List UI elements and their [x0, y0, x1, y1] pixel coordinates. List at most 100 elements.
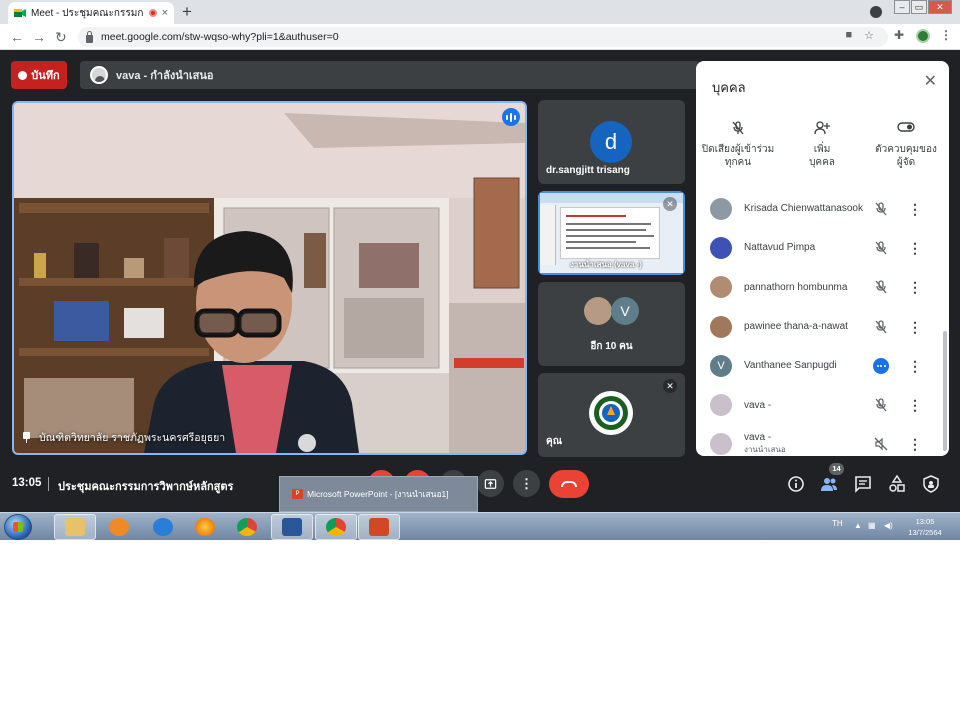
mic-off-icon: [875, 241, 887, 255]
forward-button[interactable]: →: [32, 28, 46, 46]
participant-avatar: [710, 236, 732, 259]
participant-row[interactable]: vava - งานนำเสนอ ⋮: [696, 425, 949, 456]
close-panel-button[interactable]: ✕: [924, 73, 937, 91]
participant-row[interactable]: vava - ⋮: [696, 385, 949, 424]
people-panel-title: บุคคล: [712, 80, 746, 95]
people-icon[interactable]: [820, 475, 838, 493]
self-tile-name: คุณ: [546, 436, 562, 447]
record-icon: [18, 70, 28, 80]
phone-hangup-icon: [561, 481, 577, 487]
taskbar-media-player[interactable]: [98, 514, 140, 540]
more-options-icon[interactable]: ⋮: [908, 437, 922, 451]
recording-indicator-icon: [148, 9, 157, 17]
bookmark-star-icon[interactable]: ☆: [864, 29, 874, 42]
more-options-icon[interactable]: ⋮: [908, 202, 922, 216]
participant-name: vava - งานนำเสนอ: [744, 432, 786, 456]
start-button[interactable]: [4, 514, 32, 540]
speaker-video-frame: [14, 103, 525, 453]
meeting-details-icon[interactable]: [787, 475, 805, 493]
tab-title: Meet - ประชุมคณะกรรมการวิพาก: [31, 7, 144, 19]
participant-row[interactable]: pannathorn hombunma ⋮: [696, 268, 949, 307]
window-maximize-button[interactable]: ▭: [911, 0, 927, 14]
participant-avatar: [710, 394, 732, 417]
participant-name: Nattavud Pimpa: [744, 242, 816, 254]
participant-row[interactable]: Nattavud Pimpa ⋮: [696, 228, 949, 267]
powerpoint-taskbar-preview[interactable]: P Microsoft PowerPoint - [งานนำเสนอ1]: [279, 476, 478, 512]
browser-tab-meet[interactable]: Meet - ประชุมคณะกรรมการวิพาก ×: [8, 2, 174, 24]
mic-off-icon: ✕: [663, 379, 677, 393]
presentation-tile[interactable]: ✕ งานนำเสนอ (vava -): [538, 191, 685, 275]
taskbar-chrome[interactable]: [226, 514, 268, 540]
main-speaker-video[interactable]: บัณฑิตวิทยาลัย ราชภัฏพระนครศรีอยุธยา: [12, 101, 527, 455]
reload-button[interactable]: ↻: [55, 28, 67, 46]
people-panel: บุคคล ✕ ปิดเสียงผู้เข้าร่วม ทุกคน เพิ่ม …: [696, 61, 949, 456]
taskbar-explorer[interactable]: [54, 514, 96, 540]
leave-call-button[interactable]: [549, 470, 589, 498]
taskbar-internet-explorer[interactable]: [142, 514, 184, 540]
main-speaker-name: บัณฑิตวิทยาลัย ราชภัฏพระนครศรีอยุธยา: [39, 432, 226, 444]
window-minimize-button[interactable]: –: [894, 0, 910, 14]
more-options-icon[interactable]: ⋮: [908, 398, 922, 412]
meeting-title: ประชุมคณะกรรมการวิพากษ์หลักสูตร: [58, 481, 234, 493]
present-now-button[interactable]: [477, 470, 504, 497]
taskbar-powerpoint[interactable]: [358, 514, 400, 540]
participant-subtitle: งานนำเสนอ: [744, 445, 786, 455]
recording-button[interactable]: บันทึก: [11, 61, 67, 89]
more-options-button[interactable]: ⋮: [513, 470, 540, 497]
profile-avatar[interactable]: [916, 29, 930, 43]
participant-name: pannathorn hombunma: [744, 281, 848, 293]
host-controls-shield-icon[interactable]: [922, 475, 940, 493]
browser-menu-icon[interactable]: ⋮: [940, 28, 952, 42]
tab-search-icon[interactable]: [870, 6, 882, 18]
language-indicator[interactable]: TH: [832, 519, 843, 528]
self-tile[interactable]: ✕ คุณ: [538, 373, 685, 457]
mic-off-icon: [875, 201, 887, 216]
people-count-badge: 14: [829, 463, 844, 475]
taskbar-word[interactable]: [271, 514, 313, 540]
network-icon[interactable]: ▦: [868, 521, 876, 530]
address-bar[interactable]: meet.google.com/stw-wqso-why?pli=1&authu…: [78, 27, 888, 47]
host-controls-button[interactable]: ตัวควบคุมของ ผู้จัด: [864, 121, 948, 169]
show-hidden-icons[interactable]: ▲: [854, 521, 862, 530]
participant-row[interactable]: V Vanthanee Sanpugdi ⋮: [696, 346, 949, 385]
window-close-button[interactable]: ✕: [928, 0, 952, 14]
extensions-icon[interactable]: ✚: [894, 28, 904, 42]
more-options-icon[interactable]: ⋮: [908, 320, 922, 334]
mic-off-icon: [875, 398, 887, 412]
media-player-icon: [109, 518, 129, 536]
participant-row[interactable]: pawinee thana-a-nawat ⋮: [696, 307, 949, 346]
taskbar-firefox[interactable]: [184, 514, 226, 540]
chat-icon[interactable]: [854, 475, 872, 493]
participant-name: Vanthanee Sanpugdi: [744, 360, 837, 372]
tab-close-button[interactable]: ×: [162, 7, 168, 19]
lock-icon: [86, 30, 93, 43]
speaking-indicator-icon: [502, 108, 520, 126]
university-logo-icon: [589, 391, 633, 435]
divider: [48, 477, 49, 491]
add-people-label-2: บุคคล: [809, 157, 835, 168]
system-clock[interactable]: 13:05 13/7/2564: [903, 516, 947, 538]
more-options-icon[interactable]: ⋮: [908, 359, 922, 373]
pin-icon[interactable]: [22, 432, 31, 443]
host-controls-label: ตัวควบคุมของ: [875, 144, 937, 155]
activities-icon[interactable]: [888, 475, 906, 493]
more-options-icon[interactable]: ⋮: [908, 280, 922, 294]
toggle-icon: [897, 121, 915, 143]
windows-taskbar: TH ▲ ▦ ◀) 13:05 13/7/2564: [0, 512, 960, 540]
new-tab-button[interactable]: +: [182, 2, 192, 22]
participant-avatar: [710, 315, 732, 338]
presenting-text: vava - กำลังนำเสนอ: [116, 70, 214, 82]
back-button[interactable]: ←: [10, 28, 24, 46]
main-speaker-label: บัณฑิตวิทยาลัย ราชภัฏพระนครศรีอยุธยา: [22, 429, 225, 446]
participant-list-scrollbar[interactable]: [943, 331, 947, 451]
add-people-button[interactable]: เพิ่ม บุคคล: [780, 121, 864, 169]
camera-in-use-icon[interactable]: ■: [845, 29, 852, 42]
mute-all-button[interactable]: ปิดเสียงผู้เข้าร่วม ทุกคน: [696, 121, 780, 169]
volume-icon[interactable]: ◀): [884, 521, 893, 530]
taskbar-chrome-active[interactable]: [315, 514, 357, 540]
others-tile[interactable]: V อีก 10 คน: [538, 282, 685, 366]
participant-tile[interactable]: d dr.sangjitt trisang: [538, 100, 685, 184]
more-options-icon[interactable]: ⋮: [908, 241, 922, 255]
participant-row[interactable]: Krisada Chienwattanasook ⋮: [696, 189, 949, 228]
host-controls-label-2: ผู้จัด: [896, 157, 916, 168]
